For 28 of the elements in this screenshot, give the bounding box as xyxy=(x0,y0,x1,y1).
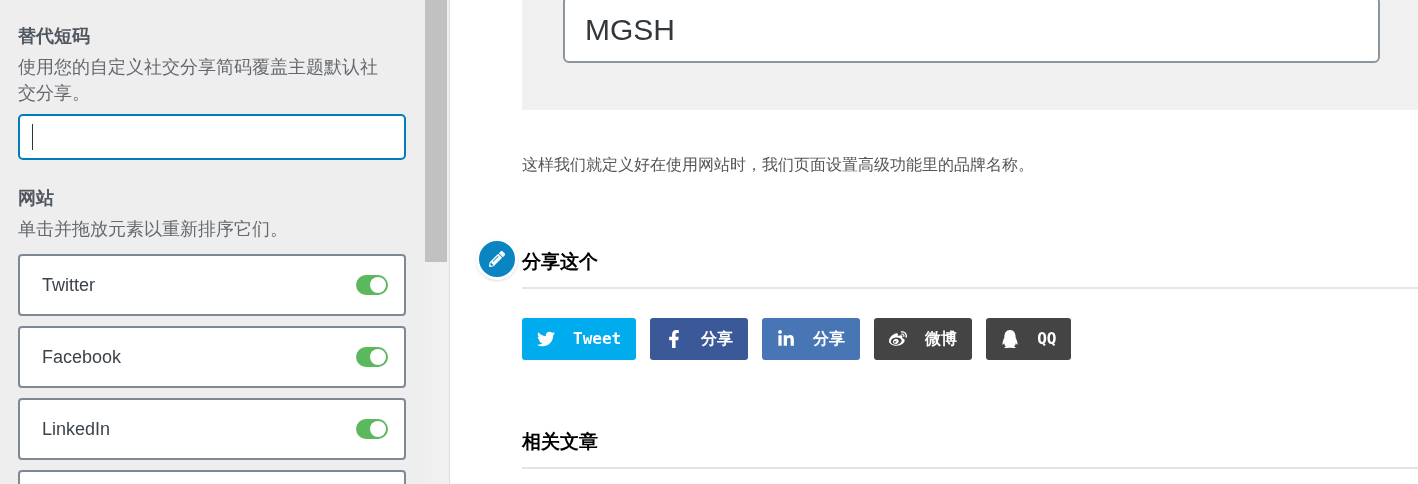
share-button[interactable]: 分享 xyxy=(762,318,861,360)
related-heading: 相关文章 xyxy=(522,430,599,454)
share-button[interactable]: 微博 xyxy=(874,318,973,360)
site-label: LinkedIn xyxy=(42,417,111,441)
eye-swirl-icon xyxy=(889,330,908,348)
toggle-switch[interactable] xyxy=(356,347,388,367)
body-paragraph: 这样我们就定义好在使用网站时，我们页面设置高级功能里的品牌名称。 xyxy=(522,155,1035,175)
site-row[interactable]: LinkedIn xyxy=(18,398,406,460)
section-title: 替代短码 xyxy=(18,25,91,48)
site-label: Twitter xyxy=(42,273,95,297)
section-description: 单击并拖放元素以重新排序它们。 xyxy=(18,218,289,241)
penguin-icon xyxy=(1001,330,1020,348)
shortcode-input-field[interactable] xyxy=(18,114,406,160)
in-letter-icon xyxy=(777,330,796,348)
site-row[interactable]: Facebook xyxy=(18,326,406,388)
scrollbar-thumb[interactable] xyxy=(425,0,447,262)
share-button[interactable]: 分享 xyxy=(650,318,749,360)
section-description: 使用您的自定义社交分享简码覆盖主题默认社交分享。 xyxy=(18,56,378,105)
toggle-switch[interactable] xyxy=(356,275,388,295)
bird-icon xyxy=(537,330,555,348)
section-title: 网站 xyxy=(18,187,55,210)
toggle-switch[interactable] xyxy=(356,419,388,439)
share-heading: 分享这个 xyxy=(522,250,599,274)
share-button[interactable]: QQ xyxy=(986,318,1072,360)
site-label: Facebook xyxy=(42,345,122,369)
site-row[interactable]: Twitter xyxy=(18,254,406,316)
brand-input-field[interactable]: MGSH xyxy=(563,0,1380,63)
pencil-icon xyxy=(476,238,518,280)
